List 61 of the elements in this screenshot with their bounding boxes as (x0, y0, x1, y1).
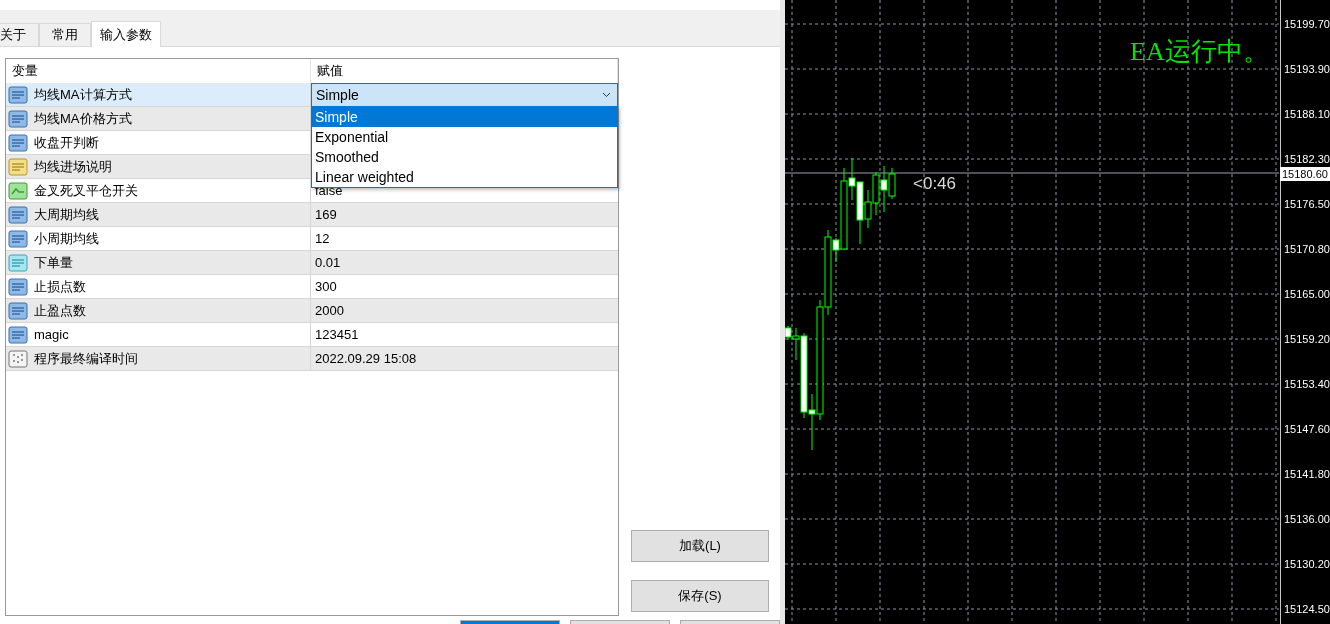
price-label: 15182.30 (1283, 152, 1330, 167)
tab[interactable]: 关于 (0, 23, 39, 46)
price-label: 15159.20 (1283, 332, 1330, 347)
price-label: 15153.40 (1283, 377, 1330, 392)
type-icon (8, 277, 28, 296)
price-label: 15147.60 (1283, 422, 1330, 437)
price-label: 15170.80 (1283, 242, 1330, 257)
price-label: 15130.20 (1283, 557, 1330, 572)
price-label: 15188.10 (1283, 107, 1330, 122)
current-price-label: 15180.60 (1280, 167, 1330, 181)
type-icon (8, 109, 28, 128)
type-icon (8, 133, 28, 152)
tab[interactable]: 常用 (39, 23, 91, 46)
tab[interactable]: 输入参数 (91, 21, 161, 47)
price-label: 15199.70 (1283, 17, 1330, 32)
type-icon (8, 85, 28, 104)
parameter-name[interactable]: 均线MA计算方式 (6, 83, 311, 106)
dropdown-option[interactable]: Smoothed (312, 147, 617, 167)
parameter-name[interactable]: 程序最终编译时间 (6, 347, 311, 370)
parameter-value: 2022.09.29 15:08 (315, 351, 417, 366)
value-dropdown[interactable]: Simple (311, 83, 618, 107)
dialog-button[interactable]: 加载(L) (631, 530, 769, 562)
type-icon (8, 205, 28, 224)
type-icon (8, 229, 28, 248)
type-icon (8, 253, 28, 272)
parameter-name[interactable]: 金叉死叉平仓开关 (6, 179, 311, 202)
type-icon (8, 157, 28, 176)
footer-button[interactable] (570, 620, 670, 624)
dropdown-value: Simple (316, 87, 359, 103)
dialog-button[interactable]: 保存(S) (631, 580, 769, 612)
parameter-value: 169 (315, 207, 337, 222)
chevron-icon (602, 92, 611, 98)
type-icon (8, 301, 28, 320)
parameter-value: 123451 (315, 327, 359, 342)
parameter-value: 12 (315, 231, 330, 246)
price-label: 15176.50 (1283, 197, 1330, 212)
parameter-name[interactable]: 均线MA价格方式 (6, 107, 311, 130)
dropdown-option[interactable]: Exponential (312, 127, 617, 147)
parameter-value: 0.01 (315, 255, 341, 270)
type-icon (8, 325, 28, 344)
parameter-value: 300 (315, 279, 337, 294)
parameter-value: 2000 (315, 303, 344, 318)
footer-button[interactable] (680, 620, 780, 624)
parameter-name[interactable]: 止盈点数 (6, 299, 311, 322)
price-label: 15141.80 (1283, 467, 1330, 482)
price-label: 15136.00 (1283, 512, 1330, 527)
price-label: 15124.50 (1283, 602, 1330, 617)
price-label: 15165.00 (1283, 287, 1330, 302)
dropdown-option[interactable]: Simple (312, 107, 617, 127)
parameter-name[interactable]: 止损点数 (6, 275, 311, 298)
parameter-name[interactable]: 下单量 (6, 251, 311, 274)
dropdown-option[interactable]: Linear weighted (312, 167, 617, 187)
bar-countdown: <0:46 (913, 174, 956, 194)
status-text: EA运行中。 (1130, 36, 1269, 68)
footer-button[interactable] (460, 620, 560, 624)
parameter-name[interactable]: magic (6, 323, 311, 346)
price-label: 15193.90 (1283, 62, 1330, 77)
type-icon (8, 181, 28, 200)
parameter-name[interactable]: 小周期均线 (6, 227, 311, 250)
parameter-name[interactable]: 大周期均线 (6, 203, 311, 226)
parameter-name[interactable]: 收盘开判断 (6, 131, 311, 154)
